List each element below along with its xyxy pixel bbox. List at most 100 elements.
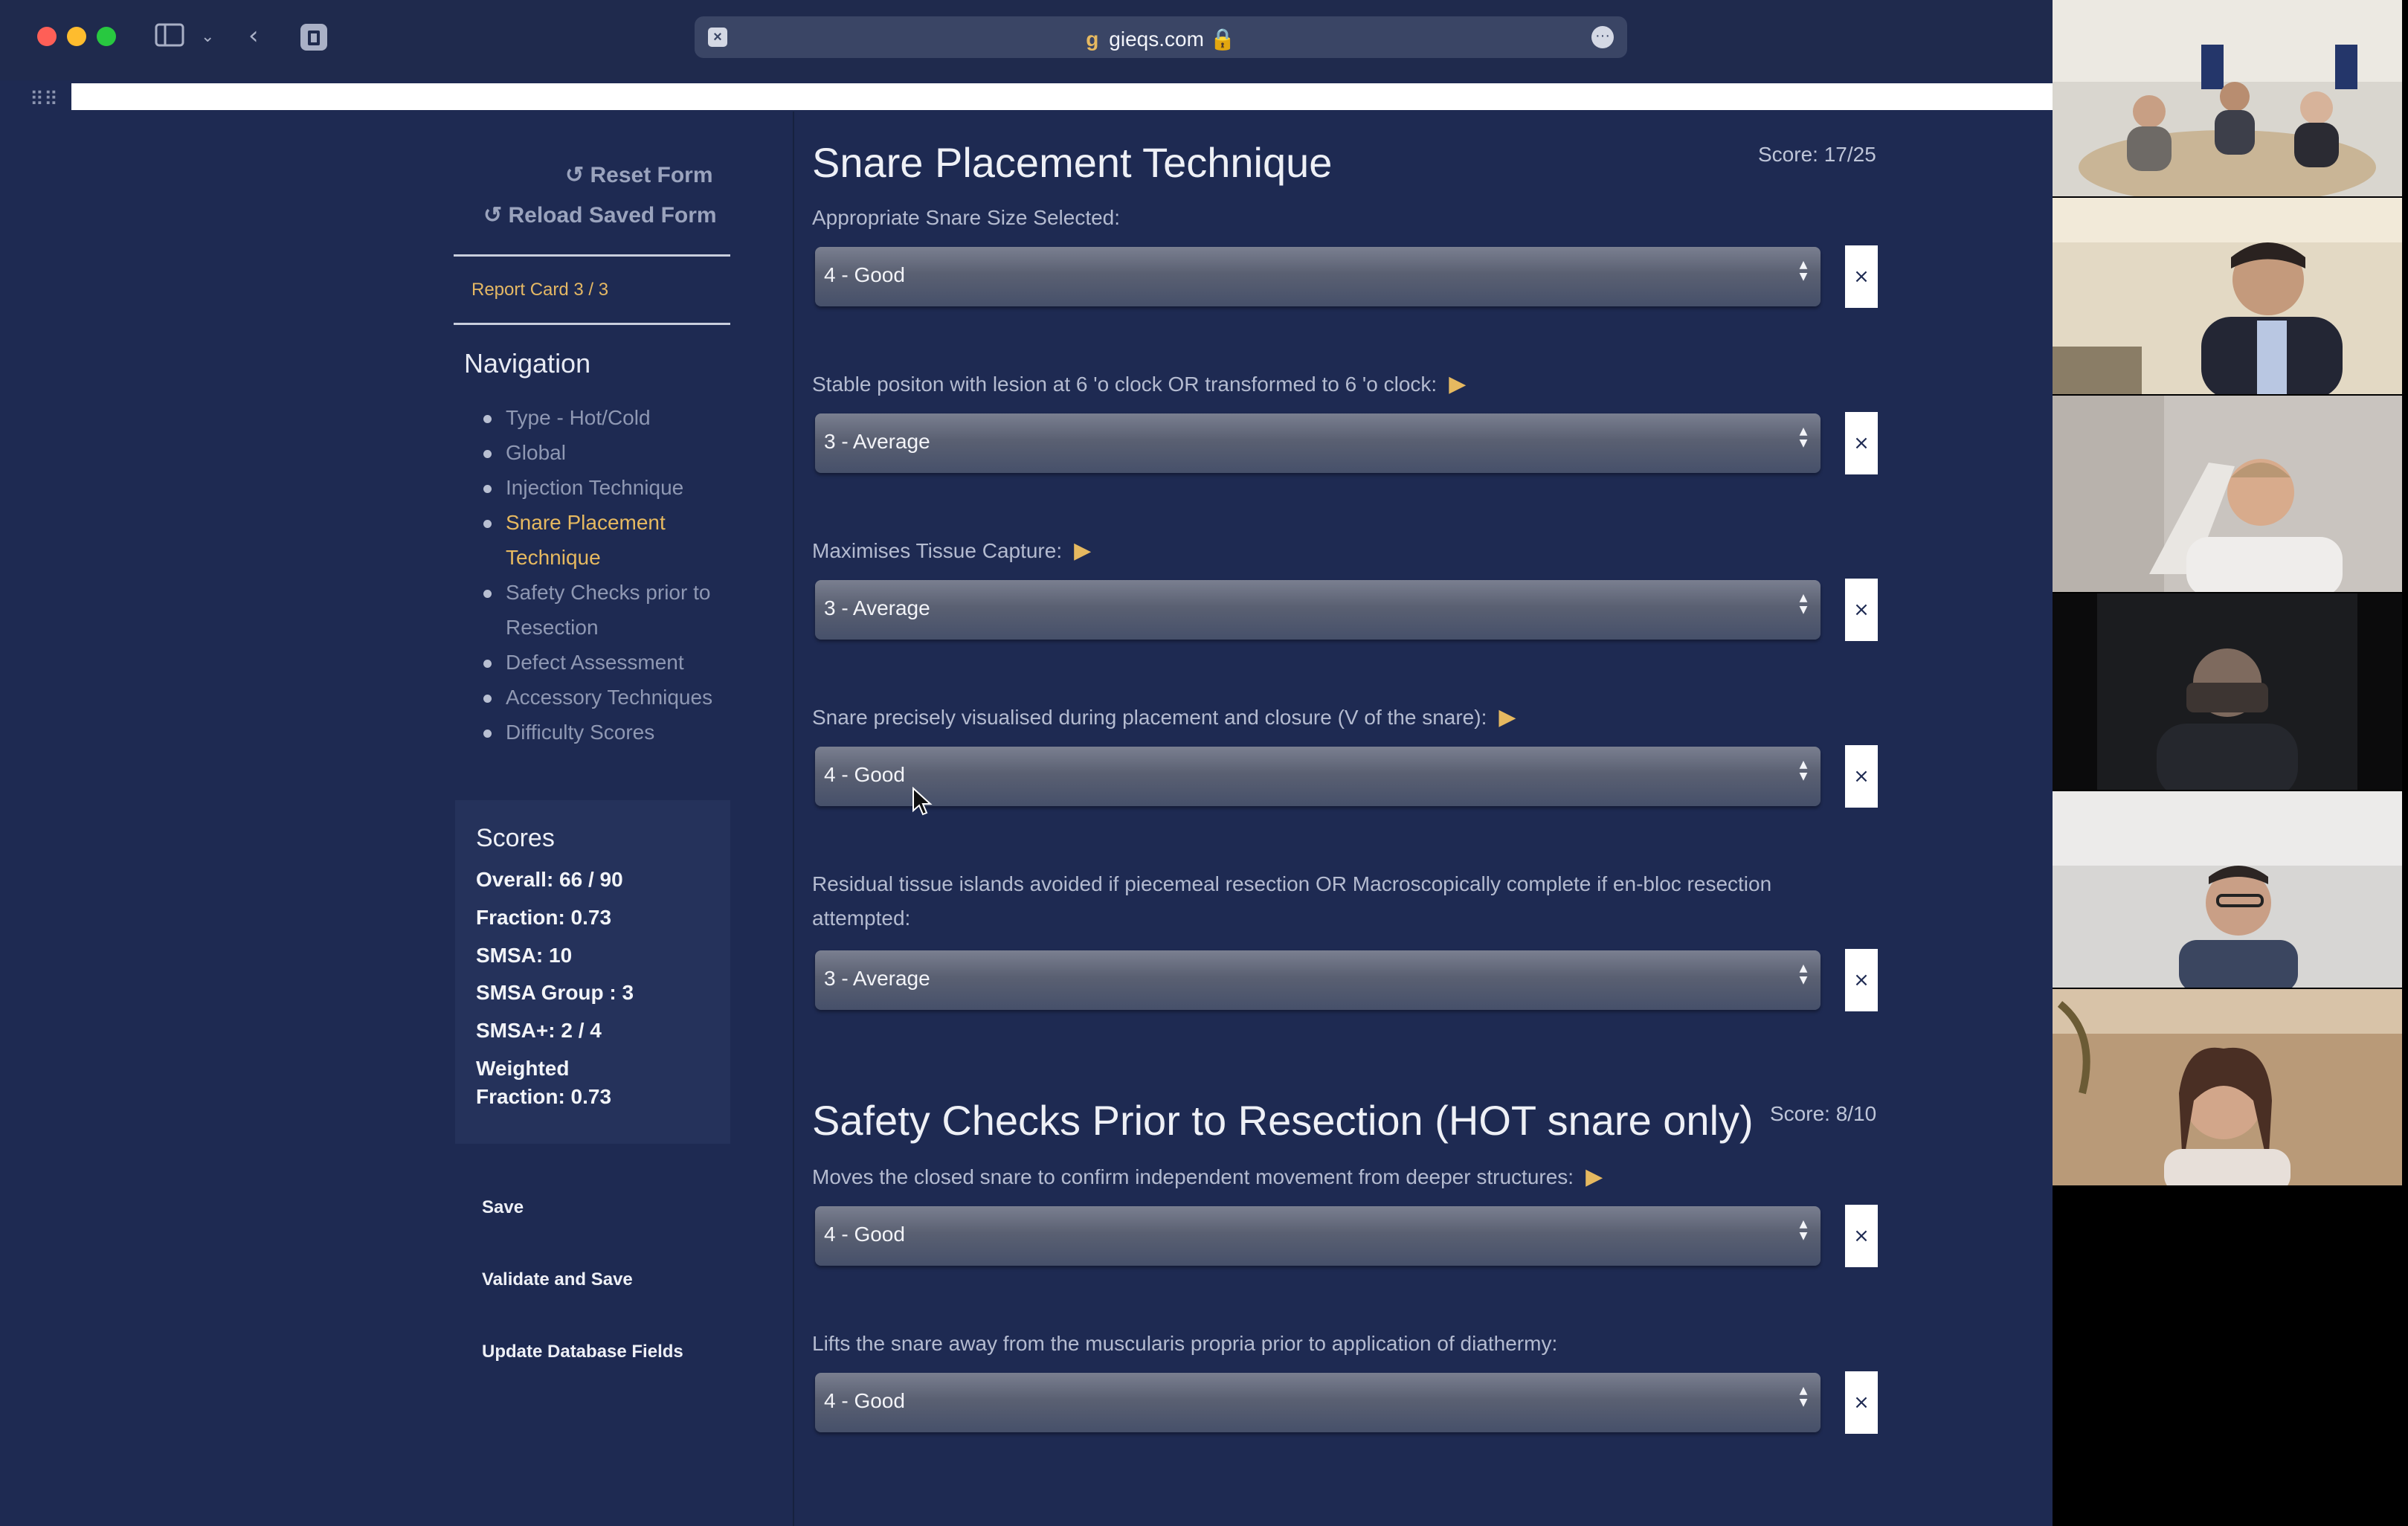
close-window-button[interactable] xyxy=(37,27,57,46)
clear-button[interactable]: × xyxy=(1845,245,1878,308)
bookmarks-bar xyxy=(71,83,2053,110)
smsa-group-score: SMSA Group : 3 xyxy=(476,981,634,1004)
nav-item[interactable]: Type - Hot/Cold xyxy=(483,400,736,435)
video-tile-4 xyxy=(2053,593,2402,790)
question-label: Snare precisely visualised during placem… xyxy=(812,701,1853,735)
browser-toolbar: ⌄ ‹ × g gieqs.com 🔒 ··· xyxy=(0,0,2053,80)
clear-button[interactable]: × xyxy=(1845,412,1878,474)
select-value: 4 - Good xyxy=(824,263,905,286)
scores-panel: Scores Overall: 66 / 90 Fraction: 0.73 S… xyxy=(455,800,730,1144)
select-value: 3 - Average xyxy=(824,967,930,990)
sidebar-toggle-icon[interactable] xyxy=(155,22,184,54)
divider xyxy=(454,323,730,325)
select-arrows-icon: ▲ ▼ xyxy=(1799,759,1808,782)
nav-item[interactable]: Snare Placement Technique xyxy=(483,505,736,575)
score-select[interactable]: 3 - Average ▲ ▼ xyxy=(815,950,1821,1010)
question-label: Residual tissue islands avoided if piece… xyxy=(812,867,1853,936)
select-arrows-icon: ▲ ▼ xyxy=(1799,592,1808,616)
score-select[interactable]: 4 - Good ▲ ▼ xyxy=(815,1373,1821,1432)
question-label: Moves the closed snare to confirm indepe… xyxy=(812,1160,1853,1194)
video-tile-6 xyxy=(2053,989,2402,1185)
select-value: 3 - Average xyxy=(824,596,930,619)
more-options-icon[interactable]: ··· xyxy=(1591,26,1614,48)
navigation-list: Type - Hot/Cold Global Injection Technique… xyxy=(483,400,736,750)
select-value: 4 - Good xyxy=(824,763,905,786)
video-tile-1 xyxy=(2053,0,2402,196)
reset-icon: ↺ xyxy=(565,163,585,187)
reload-saved-form-label: Reload Saved Form xyxy=(508,203,717,228)
site-favicon-icon: g xyxy=(1086,28,1099,51)
score-select[interactable]: 3 - Average ▲ ▼ xyxy=(815,413,1821,473)
video-tile-2 xyxy=(2053,198,2402,394)
reload-icon: ↺ xyxy=(483,203,503,228)
clear-button[interactable]: × xyxy=(1845,579,1878,641)
update-database-fields-button[interactable]: Update Database Fields xyxy=(482,1342,683,1362)
video-tile-3 xyxy=(2053,396,2402,592)
section-title: Safety Checks Prior to Resection (HOT sn… xyxy=(812,1097,1754,1144)
save-button[interactable]: Save xyxy=(482,1197,524,1218)
divider xyxy=(454,254,730,257)
apps-grid-icon[interactable]: ⠿⠿ xyxy=(30,88,58,111)
question-text: Stable positon with lesion at 6 'o clock… xyxy=(812,373,1438,396)
score-select[interactable]: 4 - Good ▲ ▼ xyxy=(815,747,1821,806)
maximize-window-button[interactable] xyxy=(97,27,116,46)
question-text: Moves the closed snare to confirm indepe… xyxy=(812,1165,1574,1188)
question-label: Stable positon with lesion at 6 'o clock… xyxy=(812,367,1853,402)
browser-window: ⌄ ‹ × g gieqs.com 🔒 ··· ⠿⠿ ↺ Reset Form ↺ … xyxy=(0,0,2053,1526)
video-tile-5 xyxy=(2053,791,2402,988)
weighted-fraction-score: Fraction: 0.73 xyxy=(476,1085,612,1108)
section-score: Score: 17/25 xyxy=(1758,143,1876,166)
reset-form-label: Reset Form xyxy=(590,163,713,187)
select-value: 4 - Good xyxy=(824,1389,905,1412)
clear-button[interactable]: × xyxy=(1845,745,1878,808)
nav-item[interactable]: Accessory Techniques xyxy=(483,680,736,715)
nav-item[interactable]: Safety Checks prior to Resection xyxy=(483,575,736,645)
question-label: Maximises Tissue Capture: ▶ xyxy=(812,534,1853,568)
select-arrows-icon: ▲ ▼ xyxy=(1799,1218,1808,1242)
scores-heading: Scores xyxy=(476,824,555,852)
back-arrow-icon[interactable]: ‹ xyxy=(248,21,259,51)
score-select[interactable]: 3 - Average ▲ ▼ xyxy=(815,580,1821,640)
select-arrows-icon: ▲ ▼ xyxy=(1799,425,1808,449)
validate-and-save-button[interactable]: Validate and Save xyxy=(482,1269,633,1290)
nav-item[interactable]: Difficulty Scores xyxy=(483,715,736,750)
question-text: Lifts the snare away from the muscularis… xyxy=(812,1332,1558,1355)
nav-item[interactable]: Global xyxy=(483,435,736,470)
extension-icon[interactable] xyxy=(299,22,329,59)
select-value: 3 - Average xyxy=(824,430,930,453)
question-label: Appropriate Snare Size Selected: xyxy=(812,201,1853,235)
question-label: Lifts the snare away from the muscularis… xyxy=(812,1327,1853,1361)
nav-item[interactable]: Defect Assessment xyxy=(483,645,736,680)
mouse-cursor-icon xyxy=(912,787,933,816)
select-value: 4 - Good xyxy=(824,1223,905,1246)
report-card-indicator: Report Card 3 / 3 xyxy=(471,280,609,300)
question-text: Residual tissue islands avoided if piece… xyxy=(812,872,1772,930)
nav-item[interactable]: Injection Technique xyxy=(483,470,736,505)
fraction-score: Fraction: 0.73 xyxy=(476,906,612,929)
score-select[interactable]: 4 - Good ▲ ▼ xyxy=(815,1206,1821,1266)
clear-button[interactable]: × xyxy=(1845,1205,1878,1267)
address-bar[interactable]: × g gieqs.com 🔒 ··· xyxy=(695,16,1627,58)
clear-button[interactable]: × xyxy=(1845,949,1878,1011)
select-arrows-icon: ▲ ▼ xyxy=(1799,259,1808,283)
lock-icon: 🔒 xyxy=(1209,28,1236,51)
section-title: Snare Placement Technique xyxy=(812,139,1333,186)
smsa-plus-score: SMSA+: 2 / 4 xyxy=(476,1019,602,1042)
score-select[interactable]: 4 - Good ▲ ▼ xyxy=(815,247,1821,306)
play-video-icon[interactable]: ▶ xyxy=(1498,701,1516,735)
chevron-down-icon[interactable]: ⌄ xyxy=(201,22,214,52)
play-video-icon[interactable]: ▶ xyxy=(1449,367,1466,402)
url-text: g gieqs.com 🔒 xyxy=(695,27,1627,51)
main-form xyxy=(793,112,1910,1526)
select-arrows-icon: ▲ ▼ xyxy=(1799,962,1808,986)
play-video-icon[interactable]: ▶ xyxy=(1586,1160,1603,1194)
question-text: Snare precisely visualised during placem… xyxy=(812,706,1487,729)
question-text: Maximises Tissue Capture: xyxy=(812,539,1063,562)
smsa-score: SMSA: 10 xyxy=(476,944,573,967)
clear-button[interactable]: × xyxy=(1845,1371,1878,1434)
url-label: gieqs.com xyxy=(1109,28,1204,51)
minimize-window-button[interactable] xyxy=(67,27,86,46)
navigation-heading: Navigation xyxy=(464,348,591,379)
play-video-icon[interactable]: ▶ xyxy=(1074,534,1091,568)
overall-score: Overall: 66 / 90 xyxy=(476,868,623,891)
